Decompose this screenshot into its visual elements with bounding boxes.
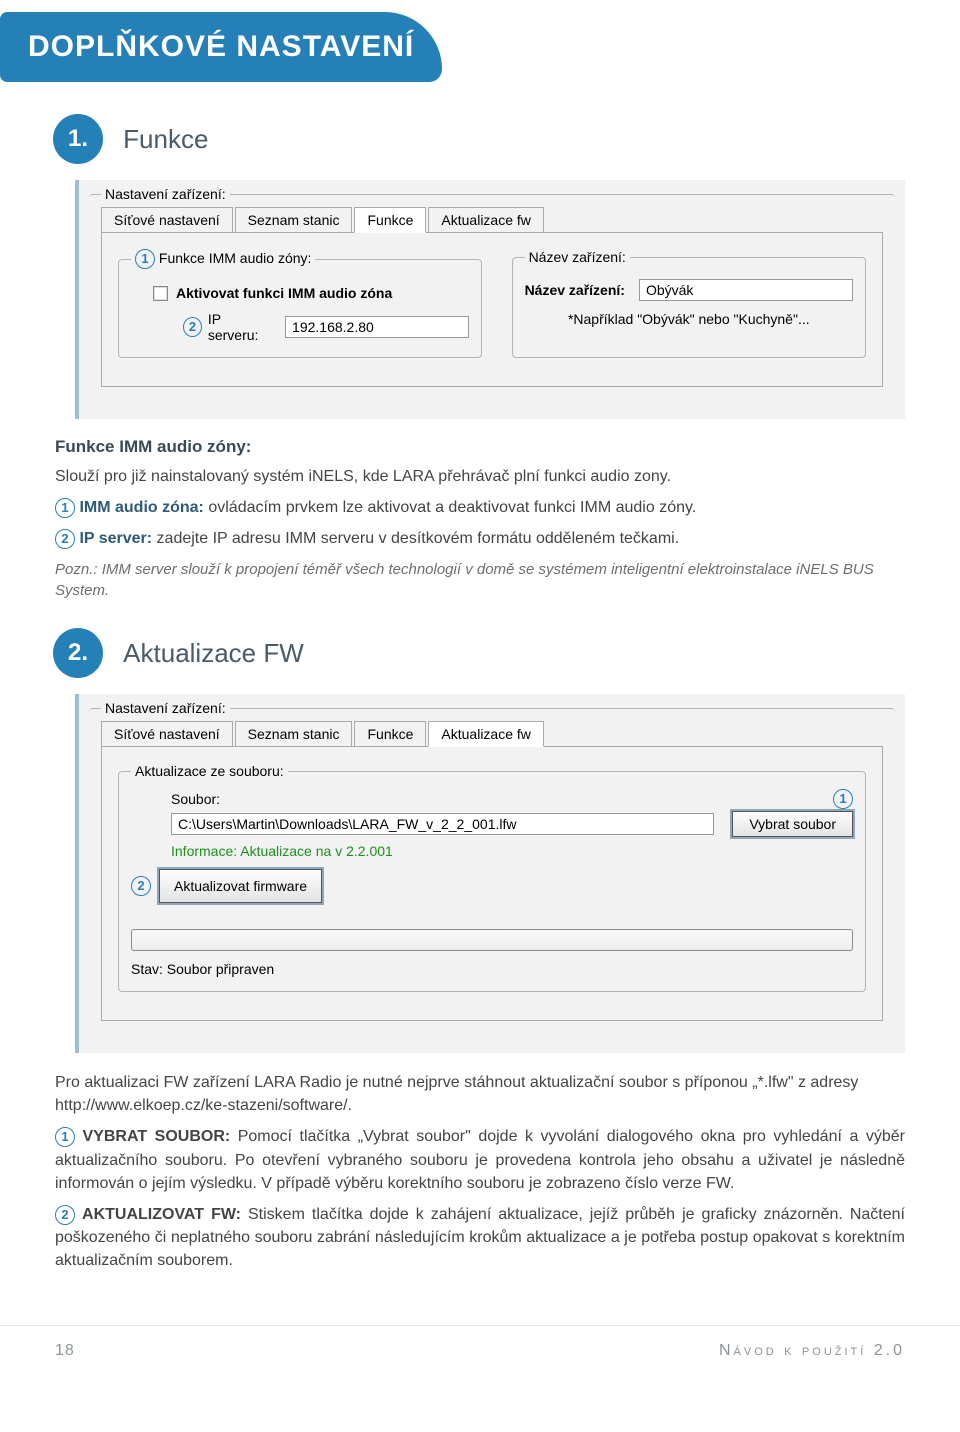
s1-b1-bold: IMM audio zóna: [79, 499, 203, 516]
tab-stations-2[interactable]: Seznam stanic [235, 721, 353, 746]
s1-intro-text: Slouží pro již nainstalovaný systém iNEL… [55, 465, 905, 488]
tab-network-1[interactable]: Síťové nastavení [101, 207, 233, 232]
group-device-name: Název zařízení: Název zařízení: *Napříkl… [512, 249, 866, 358]
inline-mark-2a: 2 [55, 529, 75, 549]
s1-note-label: Pozn.: [55, 561, 102, 578]
browse-file-button[interactable]: Vybrat soubor [732, 811, 853, 837]
device-name-label: Název zařízení: [525, 282, 625, 298]
callout-1a: 1 [135, 249, 155, 269]
tab-fwupdate-2[interactable]: Aktualizace fw [428, 721, 543, 747]
group-imm-audio: 1 Funkce IMM audio zóny: Aktivovat funkc… [118, 249, 482, 358]
file-label: Soubor: [171, 791, 220, 807]
s1-b1-text: ovládacím prvkem lze aktivovat a deaktiv… [204, 499, 696, 516]
ip-server-input[interactable] [285, 316, 469, 338]
group-device-legend: Název zařízení: [525, 249, 630, 265]
section-1-badge: 1. [55, 116, 101, 162]
section-1-title: Funkce [123, 124, 208, 155]
ip-server-label: IP serveru: [208, 311, 271, 343]
fw-info-line: Informace: Aktualizace na v 2.2.001 [171, 843, 853, 859]
page-title-banner: DOPLŇKOVÉ NASTAVENÍ [0, 12, 442, 82]
callout-1b: 1 [833, 789, 853, 809]
status-value: Soubor připraven [167, 961, 274, 977]
tab-fwupdate-1[interactable]: Aktualizace fw [428, 207, 543, 232]
device-name-hint: *Například "Obývák" nebo "Kuchyně"... [525, 311, 853, 327]
device-settings-legend-1: Nastavení zařízení: [101, 186, 230, 202]
inline-mark-1a: 1 [55, 498, 75, 518]
s1-note-text: IMM server slouží k propojení téměř všec… [55, 561, 874, 600]
device-name-input[interactable] [639, 279, 853, 301]
s1-b2-text: zadejte IP adresu IMM serveru v desítkov… [152, 530, 679, 547]
s2-para1: Pro aktualizaci FW zařízení LARA Radio j… [55, 1071, 905, 1117]
inline-mark-2b: 2 [55, 1205, 75, 1225]
file-path-input[interactable] [171, 813, 714, 835]
tab-network-2[interactable]: Síťové nastavení [101, 721, 233, 746]
section-2-title: Aktualizace FW [123, 638, 304, 669]
s2-b2-bold: AKTUALIZOVAT FW: [82, 1206, 241, 1223]
progress-bar [131, 929, 853, 951]
group-fw-file: Aktualizace ze souboru: Soubor: 1 Vybrat… [118, 763, 866, 992]
status-label: Stav: [131, 961, 167, 977]
callout-2a: 2 [183, 317, 202, 337]
update-firmware-button[interactable]: Aktualizovat firmware [159, 869, 322, 903]
s1-b2-bold: IP server: [79, 530, 152, 547]
s1-intro-title: Funkce IMM audio zóny: [55, 437, 905, 457]
checkbox-imm-label: Aktivovat funkci IMM audio zóna [176, 285, 392, 301]
group-fw-legend: Aktualizace ze souboru: [131, 763, 288, 779]
inline-mark-1b: 1 [55, 1127, 75, 1147]
group-imm-legend: Funkce IMM audio zóny: [159, 250, 312, 266]
footer-right: Návod k použití 2.0 [719, 1342, 905, 1360]
tab-functions-2[interactable]: Funkce [354, 721, 426, 746]
page-number: 18 [55, 1342, 75, 1360]
callout-2b: 2 [131, 876, 151, 896]
s2-b1-bold: VYBRAT SOUBOR: [83, 1128, 231, 1145]
section-2-badge: 2. [55, 630, 101, 676]
checkbox-imm-activate[interactable] [153, 286, 168, 301]
device-settings-legend-2: Nastavení zařízení: [101, 700, 230, 716]
tab-functions-1[interactable]: Funkce [354, 207, 426, 233]
tab-stations-1[interactable]: Seznam stanic [235, 207, 353, 232]
